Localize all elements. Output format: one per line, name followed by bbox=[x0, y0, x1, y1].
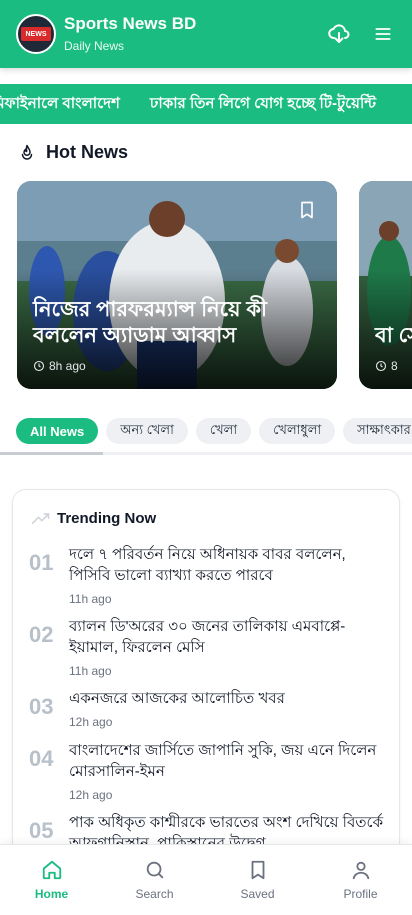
nav-home[interactable]: Home bbox=[0, 845, 103, 915]
fire-icon bbox=[21, 144, 33, 160]
trending-headline: একনজরে আজকের আলোচিত খবর bbox=[69, 690, 285, 707]
app-subtitle: Daily News bbox=[64, 39, 125, 53]
card-headline: নিজের পারফরম্যান্স নিয়ে কী বললেন অ্যাডা… bbox=[33, 298, 268, 347]
card-time-text: 8 bbox=[391, 359, 398, 373]
category-chips: All News অন্য খেলা খেলা খেলাধুলা সাক্ষাৎ… bbox=[16, 418, 412, 444]
app-logo[interactable]: NEWS bbox=[16, 14, 56, 54]
chip-interview[interactable]: সাক্ষাৎকার bbox=[343, 418, 412, 444]
chip-all-news[interactable]: All News bbox=[16, 418, 99, 444]
ticker-item[interactable]: ঢাকার তিন লিগে যোগ হচ্ছে টি-টুয়েন্টি bbox=[150, 92, 376, 117]
hot-news-card[interactable]: নিজের পারফরম্যান্স নিয়ে কী বললেন অ্যাডা… bbox=[17, 181, 337, 389]
trending-rank: 04 bbox=[29, 746, 54, 771]
trending-rank: 03 bbox=[29, 694, 54, 719]
trending-time: 12h ago bbox=[69, 788, 113, 802]
card-time: 8 bbox=[375, 359, 398, 373]
nav-profile[interactable]: Profile bbox=[309, 845, 412, 915]
hot-news-card[interactable]: বা সে 8 bbox=[359, 181, 412, 389]
bottom-navigation: Home Search Saved Profile bbox=[0, 844, 412, 915]
scrollbar-thumb[interactable] bbox=[0, 452, 103, 455]
bookmark-icon bbox=[251, 860, 264, 880]
trending-rank: 01 bbox=[29, 550, 54, 575]
trending-item[interactable]: 01 দলে ৭ পরিবর্তন নিয়ে অধিনায়ক বাবর বল… bbox=[29, 544, 389, 606]
ticker-track: মিফাইনালে বাংলাদেশ ঢাকার তিন লিগে যোগ হচ… bbox=[0, 92, 376, 117]
card-time-text: 8h ago bbox=[49, 359, 86, 373]
home-icon bbox=[42, 860, 61, 880]
trending-headline: দলে ৭ পরিবর্তন নিয়ে অধিনায়ক বাবর বললেন… bbox=[69, 546, 346, 584]
chip-games[interactable]: খেলাধুলা bbox=[259, 418, 336, 444]
trending-rank: 02 bbox=[29, 622, 54, 647]
chips-scrollbar[interactable] bbox=[0, 452, 412, 455]
nav-saved[interactable]: Saved bbox=[206, 845, 309, 915]
app-header: NEWS Sports News BD Daily News bbox=[0, 0, 412, 68]
trending-time: 11h ago bbox=[69, 664, 112, 678]
clock-icon bbox=[33, 360, 45, 372]
nav-label: Search bbox=[135, 887, 174, 901]
nav-search[interactable]: Search bbox=[103, 845, 206, 915]
section-title: Hot News bbox=[46, 142, 129, 162]
hot-news-carousel[interactable]: নিজের পারফরম্যান্স নিয়ে কী বললেন অ্যাডা… bbox=[17, 181, 412, 389]
trending-headline: বাংলাদেশের জার্সিতে জাপানি সুকি, জয় এনে… bbox=[69, 742, 377, 780]
nav-label: Saved bbox=[240, 887, 275, 901]
trending-headline: ব্যালন ডি'অরের ৩০ জনের তালিকায় এমবাপ্পে… bbox=[69, 618, 346, 656]
chip-other-sports[interactable]: অন্য খেলা bbox=[106, 418, 188, 444]
trending-title: Trending Now bbox=[57, 510, 157, 527]
trending-up-icon bbox=[31, 512, 50, 524]
trending-time: 12h ago bbox=[69, 715, 113, 729]
ticker-item[interactable]: মিফাইনালে বাংলাদেশ bbox=[0, 92, 120, 117]
chip-sports[interactable]: খেলা bbox=[195, 418, 252, 444]
header-actions bbox=[326, 21, 396, 47]
nav-label: Home bbox=[34, 887, 69, 901]
card-time: 8h ago bbox=[33, 359, 86, 373]
trending-item[interactable]: 03 একনজরে আজকের আলোচিত খবর 12h ago bbox=[29, 688, 389, 729]
user-icon bbox=[352, 861, 369, 880]
hot-news-header: Hot News bbox=[18, 142, 128, 163]
search-icon bbox=[146, 861, 163, 879]
clock-icon bbox=[375, 360, 387, 372]
breaking-news-ticker[interactable]: মিফাইনালে বাংলাদেশ ঢাকার তিন লিগে যোগ হচ… bbox=[0, 84, 412, 124]
bookmark-icon[interactable] bbox=[297, 199, 317, 221]
app-title: Sports News BD bbox=[64, 14, 197, 33]
trending-time: 11h ago bbox=[69, 592, 112, 606]
trending-item[interactable]: 02 ব্যালন ডি'অরের ৩০ জনের তালিকায় এমবাপ… bbox=[29, 616, 389, 678]
cloud-download-icon bbox=[328, 24, 350, 43]
brand: Sports News BD Daily News bbox=[64, 14, 196, 54]
menu-button[interactable] bbox=[370, 21, 396, 47]
nav-label: Profile bbox=[343, 887, 378, 901]
download-button[interactable] bbox=[326, 21, 352, 47]
trending-header: Trending Now bbox=[31, 510, 156, 527]
menu-icon bbox=[375, 28, 391, 40]
card-headline: বা সে bbox=[375, 324, 412, 347]
logo-badge: NEWS bbox=[21, 27, 51, 41]
trending-item[interactable]: 04 বাংলাদেশের জার্সিতে জাপানি সুকি, জয় … bbox=[29, 740, 389, 802]
